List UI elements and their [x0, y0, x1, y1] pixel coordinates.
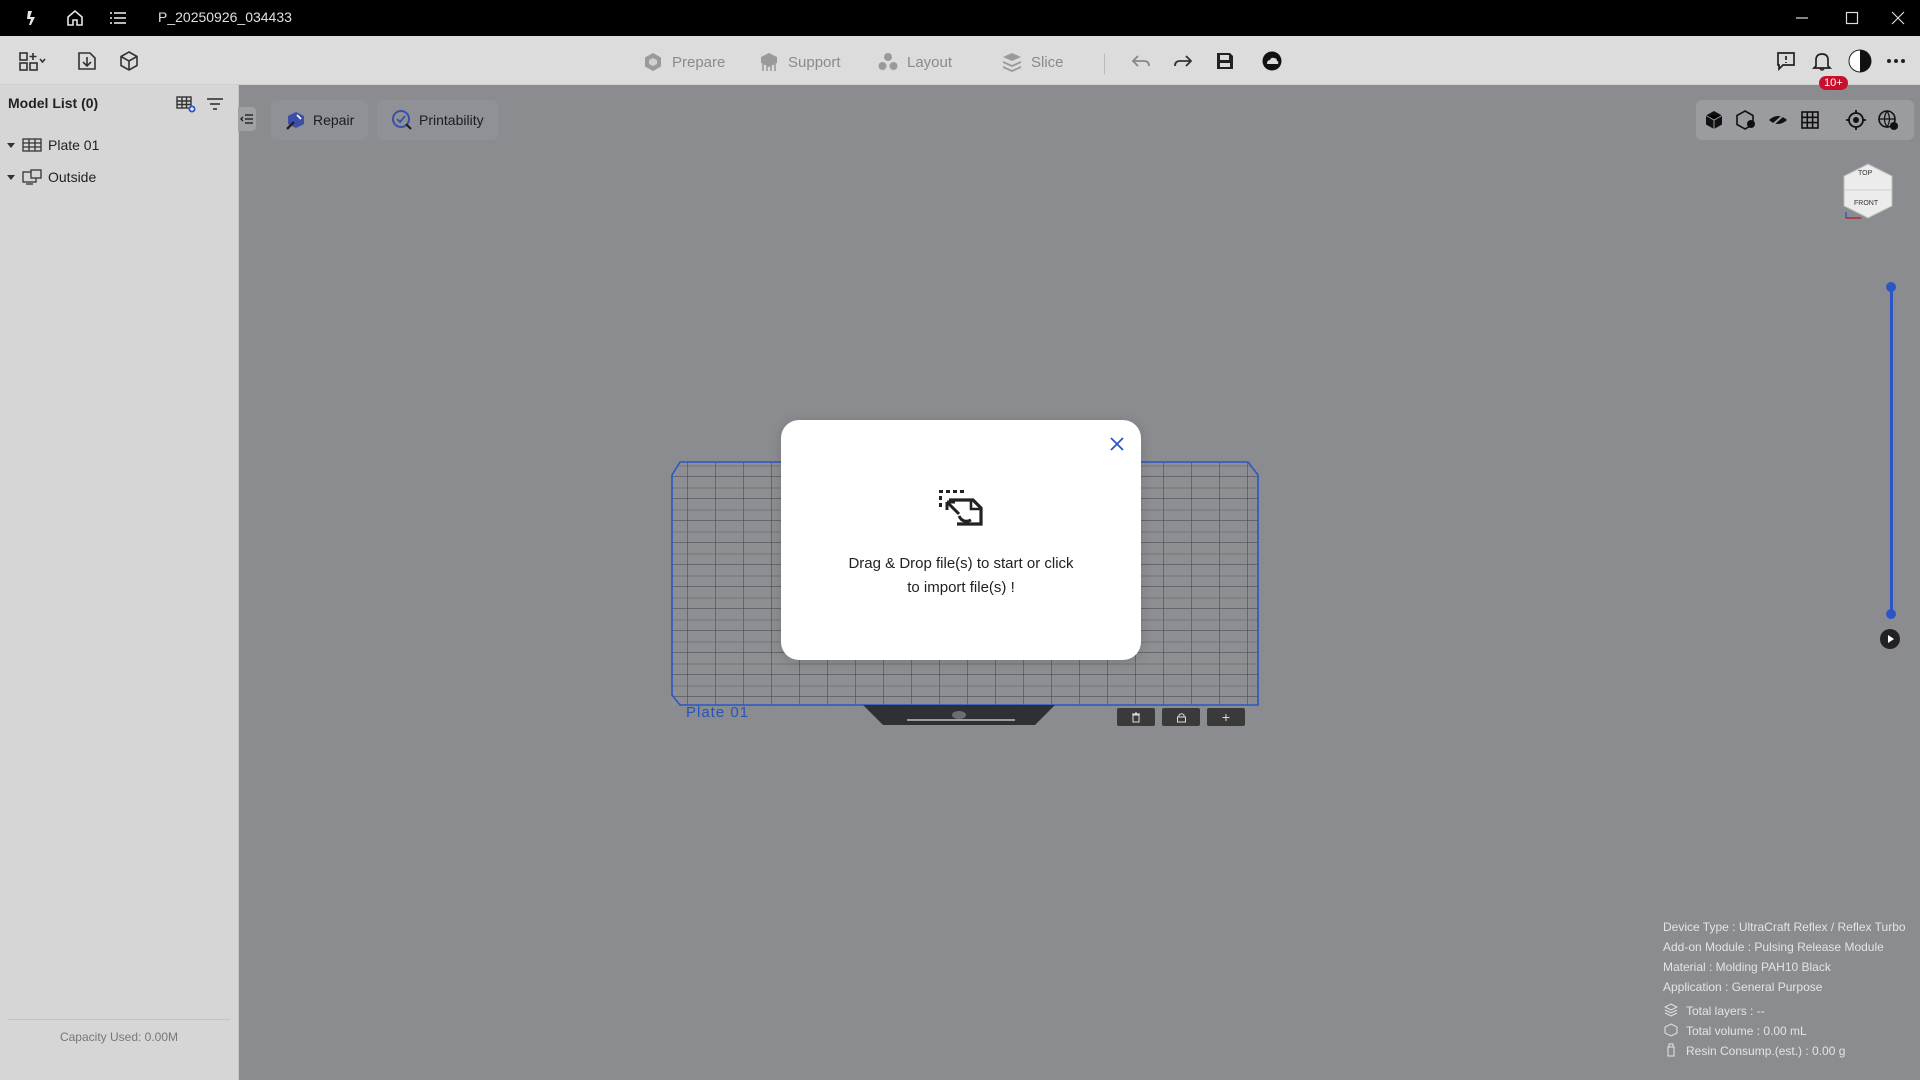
- import-file-icon[interactable]: [73, 48, 101, 74]
- drag-drop-icon: [939, 490, 983, 526]
- title-bar: P_20250926_034433: [0, 0, 1920, 36]
- menu-list-icon[interactable]: [106, 6, 130, 30]
- view-options-panel: [1696, 100, 1914, 140]
- application-info: Application : General Purpose: [1663, 980, 1823, 994]
- grid-view-icon[interactable]: [1798, 108, 1822, 132]
- filter-icon[interactable]: [204, 93, 226, 115]
- import-dialog[interactable]: Drag & Drop file(s) to start or click to…: [781, 420, 1141, 660]
- main-toolbar: Prepare Support Layout Slice 10+: [0, 36, 1920, 90]
- trash-icon: [1132, 712, 1140, 722]
- cube-front-label: FRONT: [1854, 200, 1879, 207]
- tree-item-label: Plate 01: [48, 137, 100, 153]
- collapse-icon: [240, 114, 253, 124]
- tab-layout[interactable]: Layout: [877, 50, 952, 74]
- feedback-icon[interactable]: [1772, 48, 1800, 74]
- printability-icon: [392, 110, 412, 130]
- save-icon[interactable]: [1211, 48, 1239, 74]
- toolbar-divider: [1104, 54, 1105, 74]
- minimize-button[interactable]: [1780, 4, 1824, 32]
- layer-slider-bottom-handle[interactable]: [1886, 609, 1896, 619]
- model-list-title: Model List (0): [8, 95, 99, 111]
- maximize-button[interactable]: [1830, 4, 1874, 32]
- globe-settings-icon[interactable]: [1876, 108, 1900, 132]
- close-dialog-button[interactable]: [1107, 434, 1127, 454]
- tab-slice[interactable]: Slice: [1001, 50, 1064, 74]
- theme-toggle-icon[interactable]: [1846, 48, 1874, 74]
- tab-slice-label: Slice: [1031, 53, 1064, 71]
- material-info: Material : Molding PAH10 Black: [1663, 960, 1831, 974]
- play-layers-button[interactable]: [1880, 629, 1900, 649]
- tree-item-plate-01[interactable]: Plate 01: [6, 134, 99, 156]
- xray-view-icon[interactable]: [1734, 108, 1758, 132]
- sidebar-divider: [8, 1019, 230, 1020]
- layers-icon: [1664, 1003, 1678, 1017]
- total-layers-info: Total layers : --: [1686, 1004, 1765, 1018]
- prepare-icon: [645, 53, 661, 71]
- model-cube-icon[interactable]: [115, 48, 143, 74]
- cube-top-label: TOP: [1858, 170, 1873, 177]
- grid-dropdown-icon[interactable]: [18, 48, 46, 74]
- import-instructions-line2: to import file(s) !: [907, 579, 1015, 596]
- model-list-panel: Model List (0) Plate 01 Outside Capacity…: [0, 85, 239, 1080]
- import-instructions-line1: Drag & Drop file(s) to start or click: [848, 555, 1074, 572]
- total-volume-info: Total volume : 0.00 mL: [1686, 1024, 1807, 1038]
- chevron-down-icon[interactable]: [6, 172, 16, 182]
- collapse-sidebar-button[interactable]: [238, 107, 256, 131]
- slice-icon: [1003, 53, 1021, 72]
- layout-icon: [878, 53, 898, 70]
- device-type-info: Device Type : UltraCraft Reflex / Reflex…: [1663, 920, 1906, 934]
- outside-area-icon: [22, 169, 42, 185]
- notification-bell-icon[interactable]: [1808, 48, 1836, 74]
- layer-slider-top-handle[interactable]: [1886, 282, 1896, 292]
- tab-support[interactable]: Support: [758, 50, 841, 74]
- chevron-down-icon[interactable]: [6, 140, 16, 150]
- import-instructions: Drag & Drop file(s) to start or click to…: [831, 552, 1091, 600]
- layer-slider-track[interactable]: [1890, 286, 1893, 614]
- target-icon[interactable]: [1844, 108, 1868, 132]
- tab-support-label: Support: [788, 53, 841, 71]
- add-plate-icon[interactable]: [175, 93, 197, 115]
- resin-consumption-info: Resin Consump.(est.) : 0.00 g: [1686, 1044, 1846, 1058]
- tab-layout-label: Layout: [907, 53, 953, 71]
- addon-module-info: Add-on Module : Pulsing Release Module: [1663, 940, 1884, 954]
- notification-badge: 10+: [1819, 76, 1848, 90]
- navigation-cube[interactable]: TOP FRONT: [1840, 162, 1896, 222]
- lock-icon: [1176, 712, 1186, 722]
- lock-plate-button[interactable]: [1162, 708, 1200, 726]
- app-logo-icon[interactable]: [20, 6, 44, 30]
- repair-button[interactable]: Repair: [271, 100, 369, 140]
- window-title: P_20250926_034433: [158, 9, 292, 25]
- plate-name-label: Plate 01: [686, 704, 750, 721]
- cloud-icon[interactable]: [1258, 48, 1286, 74]
- more-options-icon[interactable]: [1882, 48, 1910, 74]
- undo-icon[interactable]: [1127, 48, 1155, 74]
- play-icon: [1888, 635, 1894, 643]
- plate-grid-icon: [22, 138, 42, 152]
- resin-bottle-icon: [1667, 1043, 1675, 1057]
- printability-button[interactable]: Printability: [377, 100, 498, 140]
- add-plate-button[interactable]: +: [1207, 708, 1245, 726]
- redo-icon[interactable]: [1169, 48, 1197, 74]
- tab-prepare-label: Prepare: [672, 53, 726, 71]
- printability-label: Printability: [419, 112, 484, 128]
- tab-prepare[interactable]: Prepare: [642, 50, 725, 74]
- close-window-button[interactable]: [1876, 4, 1920, 32]
- repair-icon: [286, 112, 304, 130]
- delete-plate-button[interactable]: [1117, 708, 1155, 726]
- hide-view-icon[interactable]: [1766, 108, 1790, 132]
- capacity-used: Capacity Used: 0.00M: [59, 1030, 179, 1044]
- tree-item-label: Outside: [48, 169, 97, 185]
- support-icon: [761, 53, 777, 71]
- solid-view-icon[interactable]: [1702, 108, 1726, 132]
- close-icon: [1110, 437, 1124, 451]
- repair-label: Repair: [313, 112, 355, 128]
- volume-icon: [1664, 1023, 1678, 1037]
- tree-item-outside[interactable]: Outside: [6, 166, 96, 188]
- home-icon[interactable]: [63, 6, 87, 30]
